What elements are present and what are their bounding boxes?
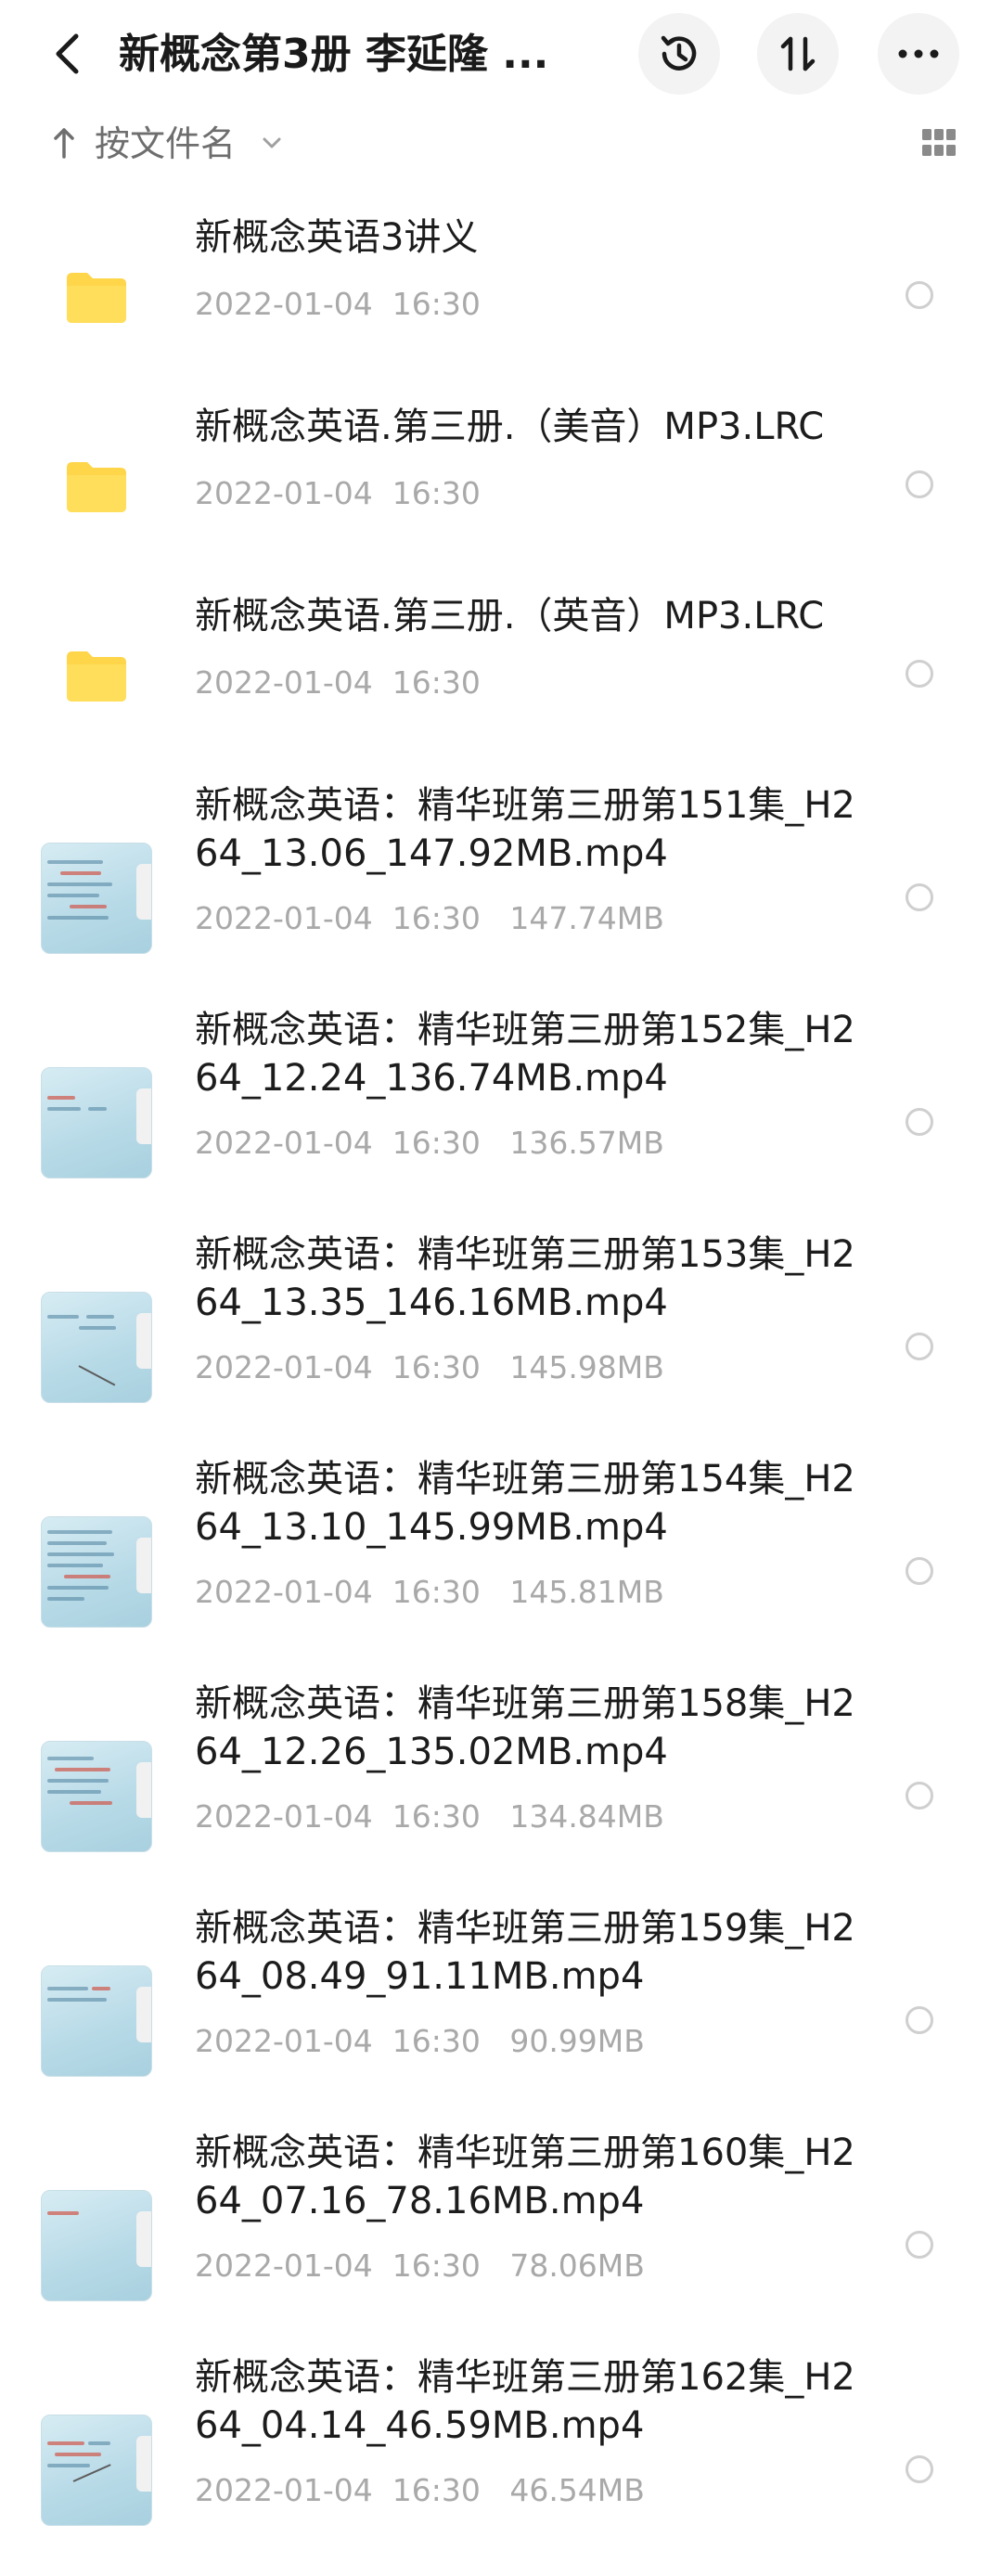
list-item[interactable]: 新概念英语.第三册.（英音）MP3.LRC 2022-01-04 16:30 — [0, 592, 1002, 768]
select-checkbox[interactable] — [906, 1333, 933, 1360]
file-name: 新概念英语：精华班第三册第154集_H264_13.10_145.99MB.mp… — [195, 1458, 855, 1549]
file-name: 新概念英语：精华班第三册第162集_H264_04.14_46.59MB.mp4 — [195, 2356, 855, 2447]
more-dots-icon — [898, 49, 939, 58]
file-meta: 2022-01-04 16:30 78.06MB — [195, 2248, 645, 2284]
list-item[interactable]: 新概念英语3讲义 2022-01-04 16:30 — [0, 213, 1002, 390]
list-item[interactable]: 新概念英语：精华班第三册第154集_H264_13.10_145.99MB.mp… — [0, 1455, 1002, 1678]
video-thumbnail — [41, 843, 152, 954]
select-checkbox[interactable] — [906, 883, 933, 911]
list-item[interactable]: 新概念英语：精华班第三册第153集_H264_13.35_146.16MB.mp… — [0, 1230, 1002, 1453]
file-meta: 2022-01-04 16:30 — [195, 286, 481, 322]
file-name: 新概念英语：精华班第三册第153集_H264_13.35_146.16MB.mp… — [195, 1233, 855, 1324]
video-thumbnail — [41, 1516, 152, 1628]
list-item[interactable]: 新概念英语：精华班第三册第152集_H264_12.24_136.74MB.mp… — [0, 1006, 1002, 1229]
file-name: 新概念英语：精华班第三册第152集_H264_12.24_136.74MB.mp… — [195, 1009, 855, 1100]
folder-icon — [67, 273, 126, 323]
select-checkbox[interactable] — [906, 281, 933, 309]
transfer-arrows-icon — [780, 36, 816, 71]
video-thumbnail — [41, 1067, 152, 1179]
list-item[interactable]: 新概念英语：精华班第三册第160集_H264_07.16_78.16MB.mp4… — [0, 2129, 1002, 2351]
folder-icon — [67, 651, 126, 702]
file-meta: 2022-01-04 16:30 134.84MB — [195, 1798, 664, 1835]
select-checkbox[interactable] — [906, 660, 933, 688]
list-item[interactable]: 新概念英语：精华班第三册第159集_H264_08.49_91.11MB.mp4… — [0, 1904, 1002, 2127]
file-meta: 2022-01-04 16:30 145.98MB — [195, 1349, 664, 1385]
file-name: 新概念英语.第三册.（英音）MP3.LRC — [195, 595, 825, 638]
file-name: 新概念英语：精华班第三册第158集_H264_12.26_135.02MB.mp… — [195, 1682, 855, 1773]
select-checkbox[interactable] — [906, 1557, 933, 1585]
sort-up-arrow-icon[interactable] — [52, 126, 76, 160]
page-title: 新概念第3册 李延隆 ... — [119, 31, 549, 78]
transfer-button[interactable] — [757, 13, 839, 95]
list-item[interactable]: 新概念英语.第三册.（美音）MP3.LRC 2022-01-04 16:30 — [0, 403, 1002, 579]
list-item[interactable]: 新概念英语：精华班第三册第151集_H264_13.06_147.92MB.mp… — [0, 781, 1002, 1004]
select-checkbox[interactable] — [906, 2455, 933, 2483]
folder-icon — [67, 462, 126, 512]
select-checkbox[interactable] — [906, 470, 933, 498]
back-button[interactable] — [41, 26, 93, 82]
grid-view-icon[interactable] — [920, 126, 957, 160]
file-meta: 2022-01-04 16:30 147.74MB — [195, 900, 664, 936]
list-item[interactable]: 新概念英语：精华班第三册第158集_H264_12.26_135.02MB.mp… — [0, 1680, 1002, 1902]
top-bar: 新概念第3册 李延隆 ... — [0, 0, 1002, 109]
file-meta: 2022-01-04 16:30 136.57MB — [195, 1125, 664, 1161]
select-checkbox[interactable] — [906, 1782, 933, 1810]
select-checkbox[interactable] — [906, 2231, 933, 2259]
file-name: 新概念英语：精华班第三册第160集_H264_07.16_78.16MB.mp4 — [195, 2132, 855, 2222]
file-name: 新概念英语3讲义 — [195, 216, 479, 259]
list-item[interactable]: 新概念英语：精华班第三册第162集_H264_04.14_46.59MB.mp4… — [0, 2353, 1002, 2576]
select-checkbox[interactable] — [906, 2006, 933, 2034]
video-thumbnail — [41, 2190, 152, 2301]
back-chevron-icon — [56, 33, 79, 74]
file-name: 新概念英语：精华班第三册第151集_H264_13.06_147.92MB.mp… — [195, 784, 855, 875]
file-meta: 2022-01-04 16:30 90.99MB — [195, 2023, 645, 2059]
file-meta: 2022-01-04 16:30 — [195, 664, 481, 701]
file-meta: 2022-01-04 16:30 — [195, 475, 481, 511]
history-clock-icon — [661, 35, 697, 71]
select-checkbox[interactable] — [906, 1108, 933, 1136]
sort-bar: 按文件名 — [37, 111, 965, 176]
chevron-down-icon[interactable] — [260, 132, 284, 154]
sort-by-label[interactable]: 按文件名 — [95, 117, 236, 171]
more-button[interactable] — [878, 13, 959, 95]
video-thumbnail — [41, 1965, 152, 2077]
history-button[interactable] — [638, 13, 720, 95]
file-name: 新概念英语.第三册.（美音）MP3.LRC — [195, 406, 825, 448]
video-thumbnail — [41, 1292, 152, 1403]
video-thumbnail — [41, 2415, 152, 2526]
file-name: 新概念英语：精华班第三册第159集_H264_08.49_91.11MB.mp4 — [195, 1907, 855, 1998]
file-meta: 2022-01-04 16:30 46.54MB — [195, 2472, 645, 2508]
file-meta: 2022-01-04 16:30 145.81MB — [195, 1574, 664, 1610]
video-thumbnail — [41, 1741, 152, 1852]
